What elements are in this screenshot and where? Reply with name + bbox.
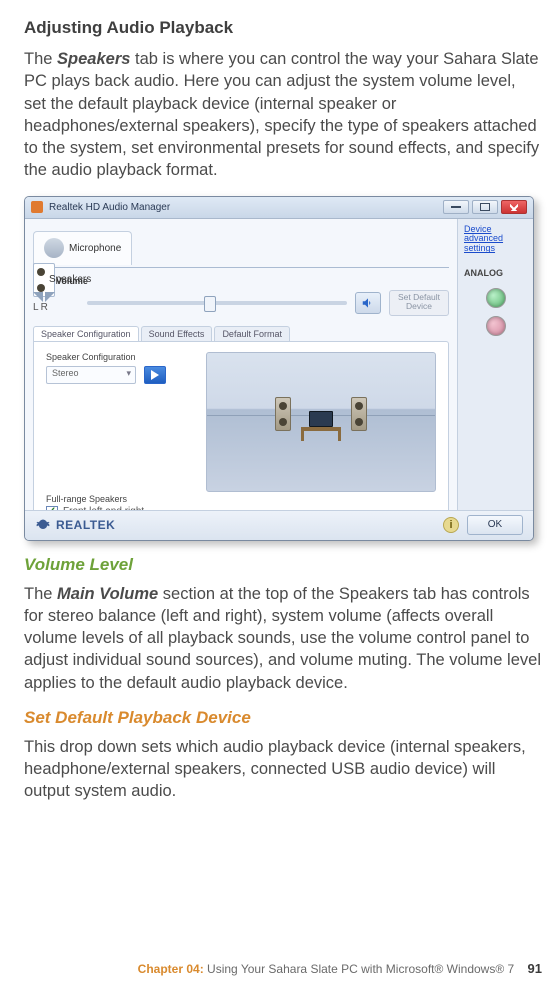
- default-device-paragraph: This drop down sets which audio playback…: [24, 736, 542, 803]
- ok-button[interactable]: OK: [467, 515, 523, 535]
- microphone-icon: [44, 238, 64, 258]
- speaker-volume-icon: [361, 296, 375, 310]
- subtab-default-format[interactable]: Default Format: [214, 326, 290, 341]
- subtab-speaker-configuration[interactable]: Speaker Configuration: [33, 326, 139, 341]
- set-default-device-button[interactable]: Set Default Device: [389, 290, 449, 316]
- chapter-label: Chapter 04:: [138, 962, 204, 976]
- fullrange-label: Full-range Speakers: [46, 494, 436, 504]
- tab-label: Speakers: [49, 274, 91, 285]
- section-heading: Adjusting Audio Playback: [24, 18, 542, 38]
- chapter-title: Using Your Sahara Slate PC with Microsof…: [204, 962, 514, 976]
- tab-label: Microphone: [69, 243, 121, 254]
- speakers-term: Speakers: [57, 50, 130, 68]
- page-number: 91: [528, 961, 542, 976]
- text: tab is where you can control the way you…: [24, 50, 539, 179]
- default-device-heading: Set Default Playback Device: [24, 708, 542, 728]
- speaker-configuration-panel: Speaker Configuration Stereo Full-range …: [33, 341, 449, 533]
- window-titlebar: Realtek HD Audio Manager: [25, 197, 533, 219]
- volume-level-heading: Volume Level: [24, 555, 542, 575]
- text: The: [24, 585, 57, 603]
- window-title: Realtek HD Audio Manager: [49, 202, 443, 213]
- main-volume-term: Main Volume: [57, 585, 158, 603]
- room-illustration: [206, 352, 436, 492]
- volume-slider[interactable]: [87, 301, 347, 305]
- monitor-icon: [309, 411, 333, 427]
- left-speaker-icon[interactable]: [275, 397, 291, 431]
- lead-paragraph: The Speakers tab is where you can contro…: [24, 48, 542, 182]
- balance-l-label: L: [33, 302, 39, 313]
- analog-jack-green[interactable]: [486, 288, 506, 308]
- speaker-config-select[interactable]: Stereo: [46, 366, 136, 384]
- main-volume-label: Main Volume: [33, 276, 449, 286]
- test-play-button[interactable]: [144, 366, 166, 384]
- text: The: [24, 50, 57, 68]
- app-icon: [31, 201, 43, 213]
- realtek-logo: REALTEK: [35, 517, 115, 533]
- crab-icon: [35, 517, 51, 533]
- volume-paragraph: The Main Volume section at the top of th…: [24, 583, 542, 694]
- right-speaker-icon[interactable]: [351, 397, 367, 431]
- analog-label: ANALOG: [464, 268, 527, 278]
- brand-text: REALTEK: [56, 518, 115, 532]
- minimize-button[interactable]: [443, 200, 469, 214]
- bottom-bar: REALTEK i OK: [25, 510, 533, 540]
- side-panel: Device advanced settings ANALOG: [457, 219, 533, 510]
- info-icon[interactable]: i: [443, 517, 459, 533]
- close-button[interactable]: [501, 200, 527, 214]
- maximize-button[interactable]: [472, 200, 498, 214]
- audio-manager-screenshot: Realtek HD Audio Manager Speakers Microp…: [24, 196, 534, 541]
- balance-r-label: R: [41, 302, 48, 313]
- page-footer: Chapter 04: Using Your Sahara Slate PC w…: [0, 961, 560, 976]
- analog-jack-pink[interactable]: [486, 316, 506, 336]
- balance-control[interactable]: [33, 292, 79, 302]
- tab-microphone[interactable]: Microphone: [33, 231, 132, 265]
- subtab-sound-effects[interactable]: Sound Effects: [141, 326, 213, 341]
- device-advanced-settings-link[interactable]: Device advanced settings: [464, 225, 527, 255]
- mute-button[interactable]: [355, 292, 381, 314]
